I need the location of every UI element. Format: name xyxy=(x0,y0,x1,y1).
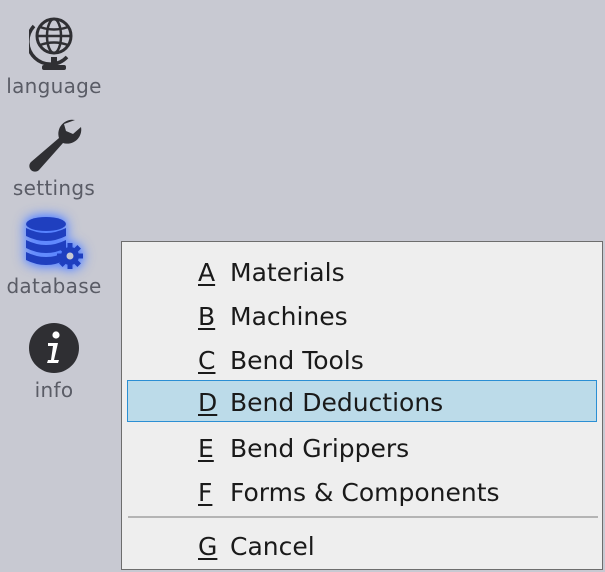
database-menu: A Materials B Machines C Bend Tools D Be… xyxy=(121,241,603,570)
sidebar-item-label: info xyxy=(34,378,74,402)
menu-item-key: A xyxy=(198,258,216,287)
menu-item-cancel[interactable]: G Cancel xyxy=(127,524,597,566)
menu-item-materials[interactable]: A Materials xyxy=(127,250,597,292)
menu-item-label: Bend Grippers xyxy=(230,434,410,463)
database-gear-icon xyxy=(26,217,83,269)
menu-item-label: Cancel xyxy=(230,532,315,561)
sidebar-item-database[interactable]: database xyxy=(0,214,108,298)
sidebar-item-language[interactable]: language xyxy=(0,12,108,98)
menu-item-bend-tools[interactable]: C Bend Tools xyxy=(127,338,597,380)
sidebar-item-label: settings xyxy=(12,176,96,200)
sidebar: language settings database info xyxy=(0,0,108,572)
globe-icon xyxy=(29,17,73,70)
menu-item-label: Bend Deductions xyxy=(230,388,444,417)
sidebar-item-label: language xyxy=(6,74,102,98)
sidebar-item-label: database xyxy=(6,274,102,298)
menu-item-key: E xyxy=(198,434,214,463)
wrench-icon xyxy=(29,119,82,172)
menu-item-key: B xyxy=(198,302,216,331)
menu-item-key: G xyxy=(198,532,218,561)
menu-item-machines[interactable]: B Machines xyxy=(127,294,597,336)
info-icon xyxy=(29,323,79,373)
menu-item-bend-grippers[interactable]: E Bend Grippers xyxy=(127,426,597,468)
sidebar-item-settings[interactable]: settings xyxy=(0,116,108,200)
sidebar-item-info[interactable]: info xyxy=(0,322,108,402)
menu-item-label: Materials xyxy=(230,258,345,287)
menu-item-key: C xyxy=(198,346,216,375)
menu-item-label: Bend Tools xyxy=(230,346,364,375)
menu-item-forms-components[interactable]: F Forms & Components xyxy=(127,470,597,512)
menu-separator xyxy=(128,516,598,518)
menu-item-key: F xyxy=(198,478,213,507)
menu-item-key: D xyxy=(198,388,218,417)
menu-item-label: Forms & Components xyxy=(230,478,500,507)
menu-item-label: Machines xyxy=(230,302,348,331)
menu-item-bend-deductions[interactable]: D Bend Deductions xyxy=(127,380,597,422)
